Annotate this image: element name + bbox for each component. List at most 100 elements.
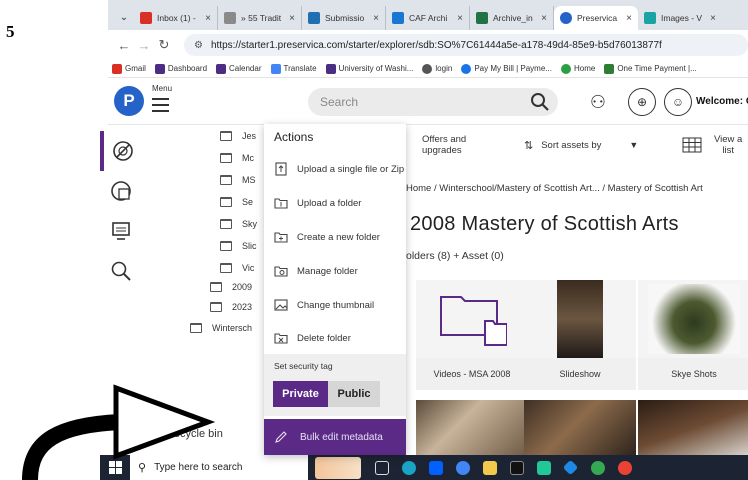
browser-tab[interactable]: Inbox (1) - × (134, 6, 218, 30)
tab-search-chevron-icon[interactable]: ⌄ (114, 12, 134, 23)
tree-folder[interactable]: 2009 (210, 282, 252, 292)
download-icon[interactable]: ⊕ (628, 88, 656, 116)
page-title: 2008 Mastery of Scottish Arts (410, 213, 679, 235)
forward-arrow-icon[interactable]: → (134, 38, 154, 53)
sort-assets-dropdown[interactable]: ⇅ Sort assets by ▼ (524, 125, 638, 165)
folder-card[interactable]: Videos - MSA 2008 (416, 280, 528, 390)
tree-folder[interactable]: Jes (220, 131, 256, 141)
preservica-favicon-icon (560, 12, 572, 24)
close-tab-icon[interactable]: × (541, 13, 547, 24)
bookmark-pay-my-bill[interactable]: Pay My Bill | Payme... (461, 63, 552, 74)
slideshow-thumbnail (524, 280, 636, 358)
user-profile-icon[interactable]: ☺ (664, 88, 692, 116)
annotation-arrow-icon (22, 384, 216, 480)
close-tab-icon[interactable]: × (373, 13, 379, 24)
back-arrow-icon[interactable]: ← (114, 38, 134, 53)
close-tab-icon[interactable]: × (710, 13, 716, 24)
browser-tab[interactable]: CAF Archi × (386, 6, 470, 30)
bookmark-gmail[interactable]: Gmail (112, 63, 146, 74)
file-explorer-icon[interactable] (476, 455, 503, 480)
chrome-icon[interactable] (584, 455, 611, 480)
breadcrumb[interactable]: Home / Winterschool/Mastery of Scottish … (406, 183, 703, 194)
dropbox-icon[interactable] (422, 455, 449, 480)
manage-folder-menu-item[interactable]: Manage folder (274, 264, 358, 278)
public-button[interactable]: Public (328, 381, 380, 407)
preservica-logo[interactable]: P (114, 86, 144, 116)
search-input[interactable]: Search (308, 88, 558, 116)
tree-folder[interactable]: Sky (220, 219, 257, 229)
upload-file-icon (275, 162, 287, 176)
private-button[interactable]: Private (273, 381, 328, 407)
url-field[interactable]: ⚙ https://starter1.preservica.com/starte… (184, 34, 748, 56)
rail-monitor-icon[interactable] (100, 211, 142, 251)
tree-folder[interactable]: Vic (220, 263, 254, 273)
search-icon[interactable] (530, 92, 550, 112)
task-view-icon[interactable] (368, 455, 395, 480)
rail-dashboard-icon[interactable] (100, 171, 142, 211)
uw-icon (325, 63, 336, 74)
main-content: Offers and upgrades ⇅ Sort assets by ▼ V… (406, 125, 748, 455)
folder-card-photo[interactable] (416, 400, 528, 455)
reload-icon[interactable]: ↻ (154, 37, 174, 53)
view-as-list-button[interactable]: View a list (682, 125, 742, 165)
rail-search-icon[interactable] (100, 251, 142, 291)
pencil-icon (275, 431, 287, 443)
bookmark-dashboard[interactable]: Dashboard (154, 63, 207, 74)
close-tab-icon[interactable]: × (289, 13, 295, 24)
tree-folder[interactable]: Wintersch (190, 323, 252, 333)
bookmark-uw[interactable]: University of Washi... (325, 63, 413, 74)
bookmark-calendar[interactable]: Calendar (216, 63, 262, 74)
bookmark-home[interactable]: Home (560, 63, 595, 74)
page-number: 5 (6, 22, 15, 41)
bookmark-one-time-payment[interactable]: One Time Payment |... (604, 63, 697, 74)
browser-tab[interactable]: » 55 Tradit × (218, 6, 302, 30)
tree-folder[interactable]: Mc (220, 153, 254, 163)
browser-tab[interactable]: Images - V × (638, 6, 722, 30)
change-thumbnail-menu-item[interactable]: Change thumbnail (274, 298, 374, 312)
create-folder-menu-item[interactable]: Create a new folder (274, 230, 380, 244)
delete-folder-menu-item[interactable]: Delete folder (274, 331, 351, 345)
bookmark-translate[interactable]: Translate (270, 63, 317, 74)
uw-icon (216, 63, 227, 74)
hamburger-menu-icon[interactable] (152, 98, 169, 116)
tree-folder[interactable]: Se (220, 197, 253, 207)
folder-icon (220, 131, 232, 141)
folder-card[interactable]: Skye Shots (638, 280, 748, 390)
app-icon[interactable] (530, 455, 557, 480)
gmail-favicon-icon (140, 12, 152, 24)
site-settings-icon[interactable]: ⚙ (194, 40, 203, 51)
globe-icon (422, 63, 433, 74)
folder-card-photo[interactable] (524, 400, 636, 455)
grid-view-icon (682, 137, 702, 153)
tab-favicon-icon (644, 12, 656, 24)
upload-file-menu-item[interactable]: Upload a single file or Zip (274, 162, 404, 176)
close-tab-icon[interactable]: × (457, 13, 463, 24)
tree-folder[interactable]: 2023 (210, 302, 252, 312)
taskbar-weather-icon[interactable] (308, 455, 368, 480)
browser-tab[interactable]: Archive_in × (470, 6, 554, 30)
folder-icon (220, 153, 232, 163)
close-tab-icon[interactable]: × (626, 13, 632, 24)
terminal-icon[interactable] (503, 455, 530, 480)
bulk-edit-metadata-item[interactable]: Bulk edit metadata (264, 419, 406, 455)
tree-folder[interactable]: MS (220, 175, 256, 185)
security-tag-label: Set security tag (274, 361, 333, 371)
tab-favicon-icon (392, 12, 404, 24)
bookmark-login[interactable]: login (422, 63, 452, 74)
edge-icon[interactable] (395, 455, 422, 480)
excel-favicon-icon (476, 12, 488, 24)
folder-card-photo[interactable] (638, 400, 748, 455)
users-icon[interactable]: ⚇ (584, 88, 612, 116)
browser-tab-active[interactable]: Preservica × (554, 6, 638, 30)
chrome-icon[interactable] (449, 455, 476, 480)
tree-folder[interactable]: Slic (220, 241, 257, 251)
app-icon[interactable] (557, 455, 584, 480)
rail-explore-icon[interactable] (100, 131, 142, 171)
close-tab-icon[interactable]: × (205, 13, 211, 24)
security-tag-section: Set security tag Private Public (264, 354, 406, 416)
browser-tab[interactable]: Submissio × (302, 6, 386, 30)
upload-folder-menu-item[interactable]: Upload a folder (274, 196, 361, 210)
offers-upgrades-button[interactable]: Offers and upgrades (422, 125, 466, 165)
chrome-icon[interactable] (611, 455, 638, 480)
folder-card[interactable]: Slideshow (524, 280, 636, 390)
